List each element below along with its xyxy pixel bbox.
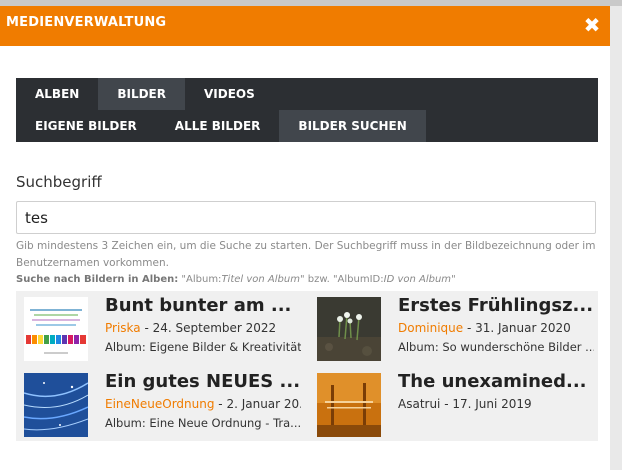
result-thumbnail[interactable]: [24, 297, 88, 361]
result-title[interactable]: Erstes Frühlingsz...: [398, 295, 594, 316]
result-card[interactable]: Erstes Frühlingsz... Dominique - 31. Jan…: [309, 291, 598, 365]
result-thumbnail[interactable]: [317, 297, 381, 361]
tab-eigene-bilder[interactable]: EIGENE BILDER: [16, 110, 156, 142]
result-album: Album: So wunderschöne Bilder ...: [398, 340, 594, 354]
result-card[interactable]: The unexamined... Asatrui - 17. Juni 201…: [309, 367, 598, 441]
scrollbar[interactable]: [610, 6, 622, 470]
tab-bilder[interactable]: BILDER: [98, 78, 185, 110]
modal-header: MEDIENVERWALTUNG ✖: [0, 6, 610, 46]
album-hint-prefix: Suche nach Bildern in Alben:: [16, 274, 179, 285]
search-hint: Gib mindestens 3 Zeichen ein, um die Suc…: [16, 240, 596, 269]
tab-alben[interactable]: ALBEN: [16, 78, 98, 110]
result-user-link[interactable]: Dominique: [398, 321, 463, 335]
result-title[interactable]: The unexamined...: [398, 371, 594, 392]
result-meta: Priska - 24. September 2022: [105, 321, 277, 335]
tab-row-primary: ALBEN BILDER VIDEOS: [16, 78, 274, 110]
tab-videos[interactable]: VIDEOS: [185, 78, 274, 110]
tab-row-secondary: EIGENE BILDER ALLE BILDER BILDER SUCHEN: [16, 110, 426, 142]
tab-navigation: ALBEN BILDER VIDEOS EIGENE BILDER ALLE B…: [16, 78, 598, 142]
result-card[interactable]: Bunt bunter am ... Priska - 24. Septembe…: [16, 291, 305, 365]
result-user-link[interactable]: EineNeueOrdnung: [105, 397, 214, 411]
search-input[interactable]: [16, 201, 596, 234]
tab-alle-bilder[interactable]: ALLE BILDER: [156, 110, 280, 142]
close-icon[interactable]: ✖: [580, 13, 604, 37]
album-search-hint: Suche nach Bildern in Alben: "Album:Tite…: [16, 274, 456, 285]
result-album: Album: Eigene Bilder & Kreativität: [105, 340, 301, 354]
result-card[interactable]: Ein gutes NEUES ... EineNeueOrdnung - 2.…: [16, 367, 305, 441]
search-label: Suchbegriff: [16, 173, 102, 191]
result-meta: Asatrui - 17. Juni 2019: [398, 397, 532, 411]
tab-bilder-suchen[interactable]: BILDER SUCHEN: [279, 110, 426, 142]
result-thumbnail[interactable]: [317, 373, 381, 437]
result-title[interactable]: Bunt bunter am ...: [105, 295, 301, 316]
search-results: Bunt bunter am ... Priska - 24. Septembe…: [16, 291, 598, 441]
result-title[interactable]: Ein gutes NEUES ...: [105, 371, 301, 392]
result-meta: EineNeueOrdnung - 2. Januar 20...: [105, 397, 301, 411]
result-album: Album: Eine Neue Ordnung - Tra...: [105, 416, 301, 430]
result-user-link[interactable]: Priska: [105, 321, 141, 335]
result-meta: Dominique - 31. Januar 2020: [398, 321, 571, 335]
modal-title: MEDIENVERWALTUNG: [6, 15, 167, 30]
result-thumbnail[interactable]: [24, 373, 88, 437]
